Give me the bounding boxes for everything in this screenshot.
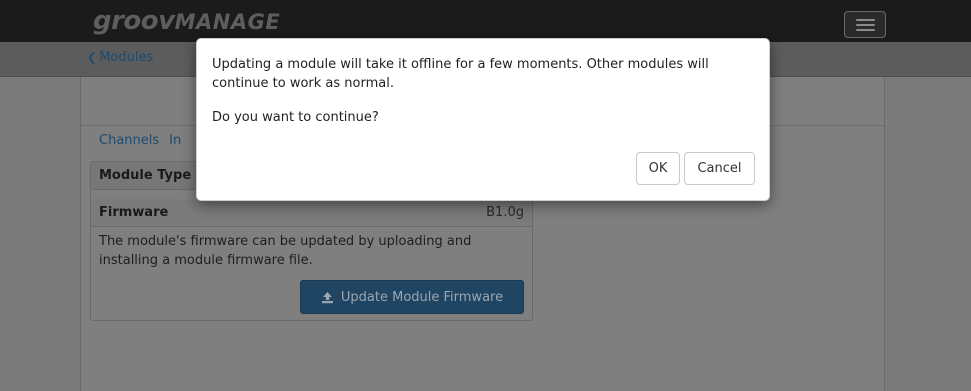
upload-icon bbox=[321, 291, 333, 303]
menu-icon bbox=[856, 19, 875, 21]
firmware-row: Firmware B1.0g bbox=[91, 199, 532, 227]
cancel-button[interactable]: Cancel bbox=[684, 152, 755, 185]
logo-part-groov: groov bbox=[93, 6, 175, 36]
groov-manage-logo: groov MANAGE bbox=[93, 6, 280, 36]
ok-button[interactable]: OK bbox=[636, 152, 680, 185]
dialog-message: Updating a module will take it offline f… bbox=[212, 57, 709, 91]
firmware-label: Firmware bbox=[99, 205, 169, 220]
update-button-label: Update Module Firmware bbox=[340, 289, 504, 305]
firmware-description: The module's firmware can be updated by … bbox=[99, 234, 472, 268]
dialog-question: Do you want to continue? bbox=[212, 110, 379, 125]
update-confirm-dialog: Updating a module will take it offline f… bbox=[196, 38, 770, 201]
hamburger-menu-button[interactable] bbox=[844, 11, 886, 38]
tab-channels[interactable]: Channels bbox=[99, 133, 159, 148]
update-module-firmware-button[interactable]: Update Module Firmware bbox=[300, 280, 524, 314]
app-header: groov MANAGE bbox=[0, 0, 971, 42]
chevron-left-icon: ❮ bbox=[87, 51, 97, 64]
menu-icon-bar bbox=[856, 24, 875, 26]
menu-icon-bar bbox=[856, 29, 875, 31]
tab-info[interactable]: In bbox=[169, 133, 181, 148]
back-to-modules-link[interactable]: ❮ Modules bbox=[87, 50, 153, 65]
breadcrumb-label: Modules bbox=[99, 50, 154, 65]
logo-part-manage: MANAGE bbox=[174, 10, 281, 34]
module-tabs: Channels In bbox=[99, 133, 181, 148]
firmware-version: B1.0g bbox=[486, 205, 524, 220]
module-type-label: Module Type bbox=[99, 168, 192, 183]
